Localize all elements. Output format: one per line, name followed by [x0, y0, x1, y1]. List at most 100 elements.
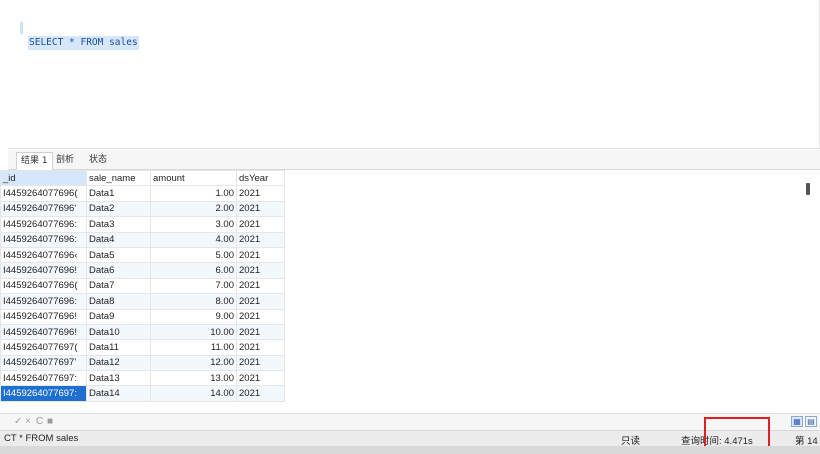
cell-amount[interactable]: 3.00 — [150, 216, 237, 233]
cell-id[interactable]: I4459264077696! — [0, 262, 87, 279]
result-tabs: 结果 1 剖析 状态 — [8, 150, 820, 170]
cell-dsyear[interactable]: 2021 — [236, 354, 285, 372]
tab-status[interactable]: 状态 — [85, 152, 111, 170]
table-row[interactable]: I4459264077696' Data2 2.00 2021 — [0, 200, 285, 218]
cell-amount[interactable]: 14.00 — [150, 385, 237, 402]
grid-toolbar: ✓ × C ■ ▦ ▤ — [0, 413, 820, 430]
stop-icon[interactable]: ■ — [47, 416, 53, 427]
cell-dsyear[interactable]: 2021 — [236, 231, 285, 248]
cell-sale-name[interactable]: Data4 — [86, 231, 151, 248]
cell-sale-name[interactable]: Data6 — [86, 262, 151, 279]
cell-amount[interactable]: 5.00 — [150, 246, 237, 264]
cell-id[interactable]: I4459264077696: — [0, 216, 87, 233]
cell-dsyear[interactable]: 2021 — [236, 216, 285, 233]
cell-amount[interactable]: 12.00 — [150, 354, 237, 372]
cell-dsyear[interactable]: 2021 — [236, 200, 285, 218]
table-body: I4459264077696(Data1 1.00 2021 I44592640776… — [0, 185, 285, 402]
status-query-text: CT * FROM sales — [4, 433, 79, 444]
table-row[interactable]: I4459264077696! Data9 9.00 2021 — [0, 308, 285, 325]
table-row[interactable]: I4459264077697: Data13 13.00 2021 — [0, 370, 285, 387]
table-row[interactable]: I4459264077696: Data4 4.00 2021 — [0, 231, 285, 248]
tab-result-1[interactable]: 结果 1 — [16, 152, 53, 170]
cell-sale-name[interactable]: Data10 — [86, 323, 151, 341]
cell-sale-name[interactable]: Data8 — [86, 293, 151, 310]
cell-amount[interactable]: 6.00 — [150, 262, 237, 279]
tab-profile[interactable]: 剖析 — [52, 152, 78, 170]
grid-view-icon[interactable]: ▦ — [791, 416, 803, 427]
table-row[interactable]: I4459264077696! Data6 6.00 2021 — [0, 262, 285, 279]
cell-id[interactable]: I4459264077696‹ — [0, 246, 87, 264]
cell-amount[interactable]: 9.00 — [150, 308, 237, 325]
cell-dsyear[interactable]: 2021 — [236, 277, 285, 295]
cell-sale-name[interactable]: Data12 — [86, 354, 151, 372]
cell-amount[interactable]: 13.00 — [150, 370, 237, 387]
cell-amount[interactable]: 8.00 — [150, 293, 237, 310]
cell-amount[interactable]: 11.00 — [150, 339, 237, 356]
cell-id[interactable]: I4459264077696! — [0, 308, 87, 325]
cell-id[interactable]: I4459264077697: — [0, 385, 87, 402]
column-header-id[interactable]: _id — [0, 170, 87, 187]
table-row[interactable]: I4459264077697: Data14 14.00 2021 — [0, 385, 285, 402]
table-row[interactable]: I4459264077696: Data8 8.00 2021 — [0, 293, 285, 310]
sql-editor[interactable]: SELECT * FROM sales — [8, 0, 820, 148]
cursor-line-marker — [20, 22, 23, 34]
cell-dsyear[interactable]: 2021 — [236, 370, 285, 387]
check-icon[interactable]: ✓ — [14, 416, 22, 427]
status-mode: 只读 — [621, 436, 641, 447]
cell-id[interactable]: I4459264077697: — [0, 370, 87, 387]
cell-id[interactable]: I4459264077696( — [0, 185, 87, 202]
refresh-icon[interactable]: C — [36, 416, 43, 427]
cell-id[interactable]: I4459264077696( — [0, 277, 87, 295]
header-row: _id sale_name amount dsYear — [0, 170, 285, 187]
cell-sale-name[interactable]: Data11 — [86, 339, 151, 356]
column-header-sale-name[interactable]: sale_name — [86, 170, 151, 187]
cell-sale-name[interactable]: Data14 — [86, 385, 151, 402]
result-grid[interactable]: _id sale_name amount dsYear I44592640776… — [0, 170, 806, 411]
cell-id[interactable]: I4459264077696: — [0, 231, 87, 248]
table-row[interactable]: I4459264077696: Data3 3.00 2021 — [0, 216, 285, 233]
table-row[interactable]: I4459264077696! Data10 10.00 2021 — [0, 323, 285, 341]
editor-divider[interactable] — [8, 148, 820, 149]
cell-sale-name[interactable]: Data1 — [86, 185, 151, 202]
status-bar: CT * FROM sales 只读 查询时间: 4.471s 第 14 — [0, 430, 820, 447]
cell-dsyear[interactable]: 2021 — [236, 308, 285, 325]
vertical-scrollbar-thumb[interactable] — [806, 183, 810, 195]
cell-sale-name[interactable]: Data13 — [86, 370, 151, 387]
cell-sale-name[interactable]: Data2 — [86, 200, 151, 218]
table-row[interactable]: I4459264077696(Data1 1.00 2021 — [0, 185, 285, 202]
bottom-strip — [0, 446, 820, 454]
column-header-amount[interactable]: amount — [150, 170, 237, 187]
column-header-dsyear[interactable]: dsYear — [236, 170, 285, 187]
cell-id[interactable]: I4459264077696! — [0, 323, 87, 341]
cell-dsyear[interactable]: 2021 — [236, 323, 285, 341]
cell-dsyear[interactable]: 2021 — [236, 385, 285, 402]
cell-dsyear[interactable]: 2021 — [236, 339, 285, 356]
cell-amount[interactable]: 2.00 — [150, 200, 237, 218]
result-table: _id sale_name amount dsYear I44592640776… — [0, 170, 285, 402]
table-row[interactable]: I4459264077697' Data12 12.00 2021 — [0, 354, 285, 372]
cell-id[interactable]: I4459264077697( — [0, 339, 87, 356]
cell-dsyear[interactable]: 2021 — [236, 246, 285, 264]
cell-dsyear[interactable]: 2021 — [236, 293, 285, 310]
cell-amount[interactable]: 7.00 — [150, 277, 237, 295]
cell-sale-name[interactable]: Data3 — [86, 216, 151, 233]
cell-amount[interactable]: 10.00 — [150, 323, 237, 341]
query-time-highlight — [704, 417, 770, 449]
cell-id[interactable]: I4459264077696' — [0, 200, 87, 218]
cell-amount[interactable]: 4.00 — [150, 231, 237, 248]
cross-icon[interactable]: × — [25, 416, 31, 427]
cell-amount[interactable]: 1.00 — [150, 185, 237, 202]
status-page: 第 14 — [795, 436, 818, 447]
cell-sale-name[interactable]: Data9 — [86, 308, 151, 325]
table-row[interactable]: I4459264077697(Data11 11.00 2021 — [0, 339, 285, 356]
cell-sale-name[interactable]: Data5 — [86, 246, 151, 264]
cell-id[interactable]: I4459264077697' — [0, 354, 87, 372]
table-row[interactable]: I4459264077696‹ Data5 5.00 2021 — [0, 246, 285, 264]
cell-dsyear[interactable]: 2021 — [236, 185, 285, 202]
table-row[interactable]: I4459264077696(Data7 7.00 2021 — [0, 277, 285, 295]
form-view-icon[interactable]: ▤ — [805, 416, 817, 427]
cell-sale-name[interactable]: Data7 — [86, 277, 151, 295]
sql-query-text[interactable]: SELECT * FROM sales — [28, 36, 139, 50]
cell-id[interactable]: I4459264077696: — [0, 293, 87, 310]
cell-dsyear[interactable]: 2021 — [236, 262, 285, 279]
